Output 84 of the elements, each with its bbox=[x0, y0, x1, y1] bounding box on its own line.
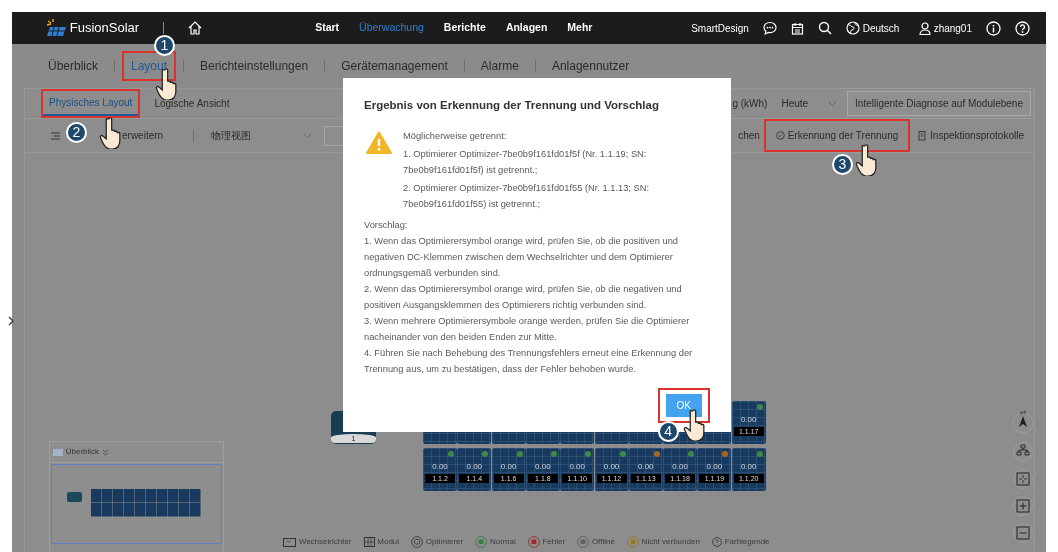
nav-link[interactable]: Mehr bbox=[567, 20, 593, 36]
status-icon bbox=[527, 536, 540, 548]
optimizer-icon bbox=[411, 536, 424, 548]
dialog-title: Ergebnis von Erkennung der Trennung und Vorschlag bbox=[364, 98, 660, 113]
legend-label: Optimierer bbox=[425, 536, 464, 548]
nav-link[interactable]: Berichte bbox=[443, 20, 486, 36]
chat-icon[interactable] bbox=[762, 21, 777, 35]
fit-view-icon[interactable] bbox=[1013, 469, 1033, 489]
suggestion-text: 3. Wenn mehrere Optimierersymbole orange werden, prüfen Sie die Optimierer nacheinander von den beiden Enden zur Mitte. bbox=[364, 315, 691, 345]
diagnose-button[interactable]: Intelligente Diagnose auf Modulebene bbox=[847, 91, 1031, 116]
module-value: 0.00 bbox=[568, 461, 586, 473]
suggestion-text: 1. Wenn das Optimierersymbol orange wird, prüfen Sie, ob die positiven und negativen DC-Klemmen zwischen dem Wechselrichter und dem Optimierer ordnungsgemäß verbunden sind. bbox=[364, 235, 680, 281]
minimap-icon bbox=[53, 448, 63, 456]
module-value: 0.00 bbox=[499, 461, 518, 473]
warning-icon bbox=[366, 131, 392, 155]
tab[interactable]: Überblick bbox=[41, 53, 105, 79]
caret-icon bbox=[303, 132, 313, 139]
warning-text: 2. Optimierer Optimizer-7be0b9f161fd01f55 (Nr. 1.1.13; SN: 7be0b9f161fd01f55) ist getrennt.; bbox=[403, 182, 650, 212]
tab[interactable]: Alarme bbox=[473, 53, 526, 79]
report-icon bbox=[918, 130, 928, 141]
calendar-icon[interactable] bbox=[790, 21, 804, 35]
search-icon[interactable] bbox=[817, 21, 832, 35]
period-select[interactable]: Heute bbox=[781, 96, 809, 111]
user-name[interactable]: zhang01 bbox=[933, 20, 972, 36]
warning-heading: Möglicherweise getrennt: bbox=[403, 130, 508, 144]
caret-icon bbox=[828, 100, 838, 107]
grid-icon bbox=[363, 537, 375, 547]
suggestion-text: 4. Führen Sie nach Behebung des Trennungsfehlers erneut eine Erkennung der Trennung aus, um zu bestätigen, dass der Fehler behoben wurde. bbox=[364, 347, 694, 377]
warning-text: 1. Optimierer Optimizer-7be0b9f161fd01f5f (Nr. 1.1.19; SN: 7be0b9f161fd01f5f) ist getrennt.; bbox=[403, 148, 648, 178]
legend-label: Modul bbox=[377, 536, 400, 548]
list-icon bbox=[51, 131, 60, 140]
step-number: 2 bbox=[66, 122, 87, 143]
user-icon[interactable] bbox=[918, 21, 931, 35]
status-icon bbox=[626, 536, 639, 548]
module-value: 0.00 bbox=[637, 461, 655, 473]
zoom-out-icon[interactable] bbox=[1013, 523, 1033, 543]
module-value: 0.00 bbox=[739, 414, 758, 426]
module-value: 0.00 bbox=[739, 461, 758, 473]
module-value: 0.00 bbox=[705, 461, 724, 473]
nav-link[interactable]: Start bbox=[315, 20, 340, 36]
help-icon[interactable] bbox=[1015, 20, 1030, 36]
legend-label: Offline bbox=[591, 536, 615, 548]
legend-label: Farblegende bbox=[724, 536, 770, 548]
suggestion-text: 2. Wenn das Optimierersymbol orange wird, prüfen Sie, ob die negativen und positiven Ausgangsklemmen des Optimierers richtig verbunden sind. bbox=[364, 283, 683, 313]
zoom-in-icon[interactable] bbox=[1013, 496, 1033, 516]
tab[interactable]: Berichteinstellungen bbox=[193, 53, 316, 79]
toolbar-action[interactable]: Erkennung der Trennung bbox=[765, 121, 909, 150]
nav-link[interactable]: Anlagen bbox=[505, 20, 548, 36]
info-icon[interactable] bbox=[986, 20, 1001, 36]
solar-logo-icon bbox=[45, 19, 67, 37]
legend-label: Nicht verbunden bbox=[641, 536, 700, 548]
tab[interactable]: Gerätemanagement bbox=[334, 53, 455, 79]
home-icon[interactable] bbox=[188, 21, 203, 35]
step-number: 3 bbox=[831, 154, 853, 175]
compass-icon[interactable] bbox=[1012, 410, 1034, 434]
toolbar-action[interactable]: Inspektionsprotokolle bbox=[908, 121, 1034, 150]
module-value: 0.00 bbox=[602, 461, 621, 473]
brand-name: FusionSolar bbox=[69, 19, 140, 38]
status-icon bbox=[475, 536, 488, 548]
minimap-title: Überblick bbox=[65, 446, 100, 458]
check-circle-icon bbox=[775, 131, 785, 140]
status-icon bbox=[577, 536, 590, 548]
expand-link[interactable]: erweitern bbox=[122, 128, 164, 143]
language-selector[interactable]: Deutsch bbox=[862, 20, 900, 36]
view-tab[interactable]: Logische Ansicht bbox=[148, 92, 236, 115]
inverter-icon bbox=[283, 537, 296, 547]
globe-icon[interactable] bbox=[845, 21, 860, 35]
legend-label: Fehler bbox=[542, 536, 566, 548]
module-value: 0.00 bbox=[534, 461, 552, 473]
suggestion-heading: Vorschlag: bbox=[364, 219, 409, 233]
module-value: 0.00 bbox=[431, 461, 449, 473]
toolbar-link[interactable]: chen bbox=[738, 128, 760, 143]
smartdesign-link[interactable]: SmartDesign bbox=[691, 20, 749, 36]
tab[interactable]: Anlagennutzer bbox=[544, 53, 637, 79]
legend-label: Normal bbox=[489, 536, 516, 548]
hierarchy-icon[interactable] bbox=[1013, 442, 1033, 462]
legend-label: Wechselrichter bbox=[298, 536, 352, 548]
energy-label: g (kWh) bbox=[732, 97, 768, 111]
expand-handle-icon[interactable] bbox=[8, 316, 14, 326]
nav-link[interactable]: Überwachung bbox=[359, 20, 424, 36]
view-select[interactable]: 物理视图 bbox=[211, 128, 252, 143]
help-icon bbox=[711, 537, 722, 547]
module-value: 0.00 bbox=[465, 461, 484, 473]
module-value: 0.00 bbox=[671, 461, 689, 473]
